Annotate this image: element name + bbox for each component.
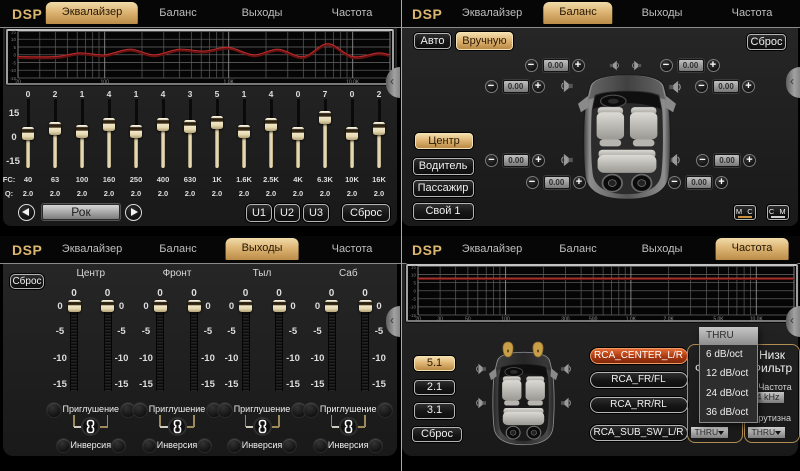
- svg-text:20: 20: [415, 317, 421, 323]
- svg-text:30: 30: [437, 317, 443, 323]
- svg-text:5.0K: 5.0K: [713, 317, 724, 323]
- svg-text:20: 20: [15, 80, 21, 86]
- svg-text:10.0K: 10.0K: [750, 317, 764, 323]
- svg-text:10: 10: [11, 37, 17, 42]
- svg-text:-5: -5: [412, 297, 416, 302]
- svg-text:0: 0: [13, 53, 16, 58]
- svg-text:1.0K: 1.0K: [224, 80, 235, 86]
- svg-text:5: 5: [413, 281, 416, 286]
- svg-text:0: 0: [413, 289, 416, 294]
- svg-text:15: 15: [11, 29, 17, 34]
- svg-text:-10: -10: [9, 68, 16, 73]
- svg-text:10.0K: 10.0K: [346, 80, 360, 86]
- svg-text:2.0K: 2.0K: [664, 317, 675, 323]
- svg-text:10: 10: [411, 272, 417, 277]
- svg-text:15: 15: [411, 264, 417, 269]
- svg-text:100: 100: [501, 317, 510, 323]
- svg-text:500: 500: [589, 317, 598, 323]
- svg-text:100: 100: [101, 80, 110, 86]
- svg-text:1.0K: 1.0K: [626, 317, 637, 323]
- svg-text:-15: -15: [409, 313, 416, 318]
- svg-text:5: 5: [13, 45, 16, 50]
- svg-text:-10: -10: [409, 305, 416, 310]
- svg-text:50: 50: [465, 317, 471, 323]
- svg-text:300: 300: [561, 317, 570, 323]
- svg-text:-5: -5: [12, 60, 16, 65]
- svg-text:-15: -15: [9, 76, 16, 81]
